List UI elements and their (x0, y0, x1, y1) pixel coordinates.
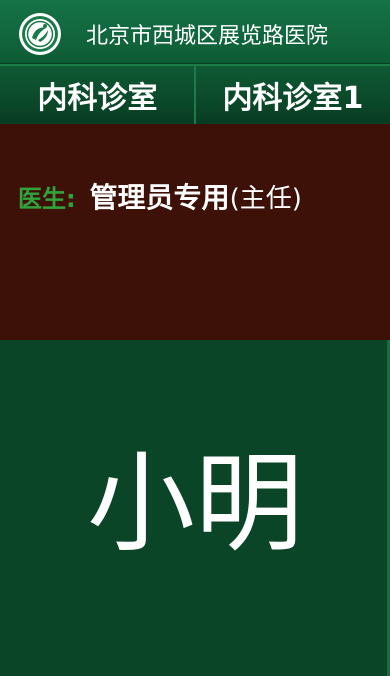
doctor-name: 管理员专用 (89, 181, 230, 214)
department-tabs: 内科诊室 内科诊室1 (0, 64, 390, 124)
tab-clinic-room[interactable]: 内科诊室1 (196, 66, 390, 124)
tab-department[interactable]: 内科诊室 (0, 66, 195, 124)
app-header: 北京市西城区展览路医院 (0, 0, 390, 64)
doctor-title: (主任) (229, 184, 302, 214)
hospital-name: 北京市西城区展览路医院 (86, 24, 329, 49)
doctor-info: 医生: 管理员专用 (主任) (18, 176, 302, 216)
doctor-panel: 医生: 管理员专用 (主任) (0, 124, 390, 340)
hospital-logo-icon (19, 13, 61, 55)
doctor-label: 医生: (18, 185, 76, 213)
patient-name: 小明 (86, 442, 303, 567)
patient-panel: 小明 (0, 340, 390, 676)
